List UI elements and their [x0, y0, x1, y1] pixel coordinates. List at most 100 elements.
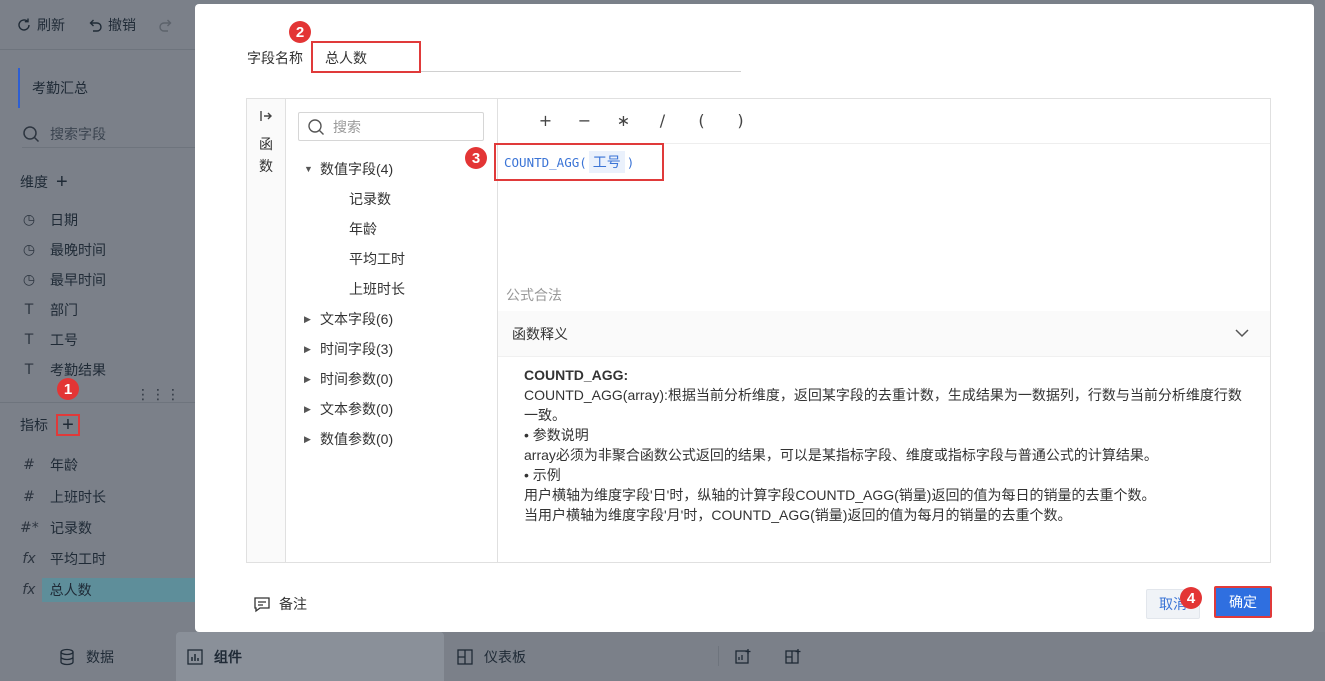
confirm-button[interactable]: 确定	[1214, 586, 1272, 618]
undo-label: 撤销	[108, 16, 136, 33]
function-tab-char: 数	[259, 158, 273, 174]
tree-search-placeholder: 搜索	[333, 118, 361, 135]
dimension-item[interactable]: ◷ 最早时间	[20, 269, 195, 291]
field-search-placeholder: 搜索字段	[50, 125, 106, 142]
tree-leaf[interactable]: 年龄	[349, 219, 377, 239]
tab-component-label: 组件	[214, 648, 242, 665]
text-type-icon: T	[24, 302, 34, 318]
definition-line: • 示例	[524, 467, 561, 483]
canvas-edge	[1314, 0, 1325, 632]
definition-line: 当用户横轴为维度字段'月'时，COUNTD_AGG(销量)返回的值为每月的销量的…	[524, 507, 1072, 523]
panel-divider	[0, 402, 195, 403]
metrics-header: 指标 +	[20, 414, 80, 436]
tree-group-numeric-params[interactable]: ▶ 数值参数(0)	[304, 429, 393, 449]
formula-input[interactable]: COUNTD_AGG( 工号 )	[494, 143, 664, 181]
tab-dashboard-label: 仪表板	[484, 648, 526, 665]
field-tree-panel: 搜索 ▼ 数值字段(4) 记录数 年龄 平均工时 上班时长 ▶ 文本字段(6) …	[286, 99, 498, 562]
tree-group-label: 数值参数(0)	[320, 431, 394, 447]
metric-item[interactable]: #* 记录数	[20, 517, 195, 539]
dimension-item[interactable]: T 部门	[20, 299, 195, 321]
tree-group-text-params[interactable]: ▶ 文本参数(0)	[304, 399, 393, 419]
field-name-label: 字段名称	[247, 50, 303, 66]
chevron-down-icon	[1235, 329, 1249, 338]
database-icon	[60, 648, 74, 665]
tab-dashboard[interactable]: 仪表板	[456, 632, 526, 681]
tree-group-label: 时间参数(0)	[320, 371, 394, 387]
operator-rparen-button[interactable]: )	[721, 111, 760, 130]
metric-label: 上班时长	[50, 489, 106, 505]
tree-search-input[interactable]: 搜索	[298, 112, 484, 141]
field-name-value[interactable]: 总人数	[311, 41, 421, 73]
dimensions-header: 维度 +	[20, 172, 68, 192]
tree-group-label: 文本参数(0)	[320, 401, 394, 417]
redo-button[interactable]	[158, 17, 174, 33]
caret-right-icon: ▶	[304, 403, 311, 414]
metrics-title: 指标	[20, 417, 48, 433]
dimension-item[interactable]: T 考勤结果	[20, 359, 195, 381]
add-component-button[interactable]	[734, 632, 752, 681]
toolbar: 刷新 撤销	[0, 0, 195, 50]
metric-item[interactable]: # 上班时长	[20, 486, 195, 508]
dimensions-title: 维度	[20, 174, 48, 190]
add-dashboard-icon	[785, 648, 801, 664]
add-metric-button[interactable]: +	[56, 414, 80, 436]
text-type-icon: T	[24, 362, 34, 378]
formula-function: COUNTD_AGG(	[504, 154, 587, 170]
caret-right-icon: ▶	[304, 433, 311, 444]
calculated-field-dialog: 字段名称 总人数 2 函 数 搜索 ▼ 数值字段(4) 记录数 年龄 平均工时 …	[195, 4, 1314, 632]
tree-leaf[interactable]: 平均工时	[349, 249, 405, 269]
definition-line: 用户横轴为维度字段'日'时，纵轴的计算字段COUNTD_AGG(销量)返回的值为…	[524, 487, 1156, 503]
tree-group-time[interactable]: ▶ 时间字段(3)	[304, 339, 393, 359]
function-definition-header[interactable]: 函数释义	[498, 311, 1270, 357]
refresh-icon	[18, 18, 30, 31]
tree-group-text[interactable]: ▶ 文本字段(6)	[304, 309, 393, 329]
function-tab-char: 函	[259, 136, 273, 152]
function-tab[interactable]: 函 数	[247, 99, 286, 562]
operator-divide-button[interactable]: /	[643, 111, 682, 130]
metric-item[interactable]: fx 平均工时	[20, 548, 195, 570]
dimension-item[interactable]: ◷ 日期	[20, 209, 195, 231]
caret-right-icon: ▶	[304, 343, 311, 354]
tree-group-numeric[interactable]: ▼ 数值字段(4)	[304, 159, 393, 179]
refresh-button[interactable]: 刷新	[16, 15, 65, 35]
formula-argument-chip[interactable]: 工号	[588, 151, 625, 173]
add-dimension-button[interactable]: +	[56, 172, 68, 192]
tree-leaf[interactable]: 记录数	[349, 189, 391, 209]
tree-group-time-params[interactable]: ▶ 时间参数(0)	[304, 369, 393, 389]
undo-button[interactable]: 撤销	[87, 15, 136, 35]
dimension-label: 部门	[50, 302, 78, 318]
step-badge-1: 1	[57, 378, 79, 400]
fx-icon: fx	[22, 551, 36, 567]
dimension-label: 最晚时间	[50, 242, 106, 258]
field-search-input[interactable]: 搜索字段	[22, 120, 195, 148]
resize-handle[interactable]: ⋮⋮⋮	[136, 386, 181, 403]
operator-lparen-button[interactable]: (	[682, 111, 721, 130]
function-name: COUNTD_AGG:	[524, 367, 629, 383]
metric-item-selected[interactable]: fx 总人数	[20, 578, 195, 602]
dimension-label: 考勤结果	[50, 362, 106, 378]
expand-panel-icon	[260, 111, 272, 121]
tab-separator	[718, 646, 719, 666]
tree-leaf[interactable]: 上班时长	[349, 279, 405, 299]
dimension-item[interactable]: ◷ 最晚时间	[20, 239, 195, 261]
hash-icon: #	[23, 457, 35, 473]
tab-component[interactable]: 组件	[176, 632, 444, 681]
function-definition-title: 函数释义	[512, 325, 568, 342]
operator-multiply-button[interactable]: ∗	[604, 111, 643, 130]
remark-button[interactable]: 备注	[253, 594, 307, 614]
metric-item[interactable]: # 年龄	[20, 454, 195, 476]
field-name-input[interactable]: 总人数	[311, 41, 741, 73]
tree-group-label: 数值字段(4)	[320, 161, 394, 177]
step-badge-4: 4	[1180, 587, 1202, 609]
validation-message: 公式合法	[506, 287, 562, 303]
tab-data[interactable]: 数据	[58, 632, 114, 681]
dataset-selector[interactable]: 考勤汇总	[18, 68, 195, 108]
dimension-item[interactable]: T 工号	[20, 329, 195, 351]
operator-plus-button[interactable]: +	[526, 111, 565, 130]
metric-label: 记录数	[50, 520, 92, 536]
add-dashboard-button[interactable]	[784, 632, 802, 681]
operator-minus-button[interactable]: −	[565, 111, 604, 130]
search-icon	[23, 125, 40, 142]
caret-down-icon: ▼	[304, 164, 313, 174]
search-icon	[308, 118, 324, 135]
